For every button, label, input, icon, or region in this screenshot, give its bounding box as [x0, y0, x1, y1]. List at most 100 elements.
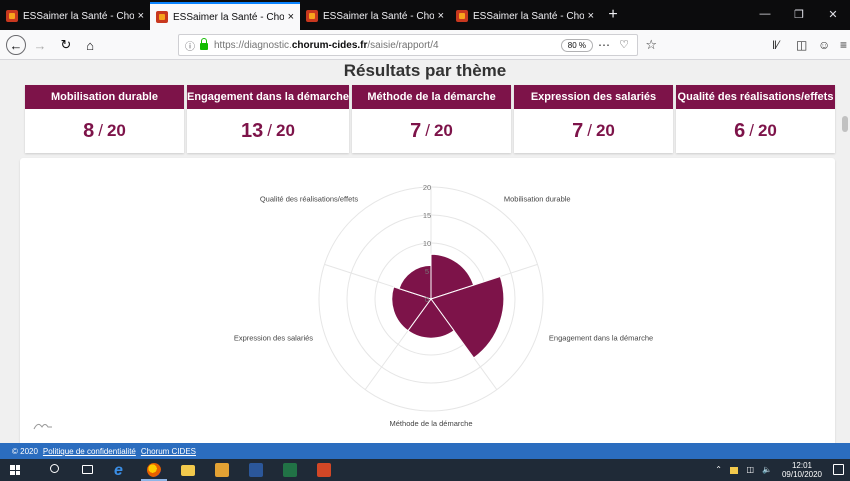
category-label: Méthode de la démarche	[390, 419, 473, 428]
score-separator: /	[425, 121, 430, 140]
score-card: Méthode de la démarche 7 / 20	[352, 85, 511, 153]
score-card-value: 7 / 20	[352, 109, 511, 153]
score-max: 20	[757, 121, 777, 140]
chorum-cides-link[interactable]: Chorum CIDES	[141, 447, 196, 456]
word-icon[interactable]	[249, 463, 263, 477]
forward-arrow-icon[interactable]: →	[30, 35, 50, 55]
polar-area-chart: 0 5 10 15 20 Mobilisation durable Engagement d…	[234, 183, 653, 428]
excel-icon[interactable]	[283, 463, 297, 477]
zoom-indicator[interactable]: 80 %	[560, 39, 593, 52]
address-bar[interactable]: ⓘ https://diagnostic. chorum-cides.fr /s…	[178, 34, 657, 56]
sidebar-icon[interactable]: ◫	[796, 38, 807, 52]
restore-window-icon[interactable]: ❐	[782, 0, 816, 28]
privacy-policy-link[interactable]: Politique de confidentialité	[43, 447, 136, 456]
notifications-icon[interactable]	[833, 464, 844, 475]
file-explorer-icon[interactable]	[181, 465, 195, 476]
score-max: 20	[276, 121, 295, 140]
score-card-title: Expression des salariés	[514, 85, 673, 109]
score-card-value: 13 / 20	[187, 109, 349, 153]
close-icon[interactable]: ×	[138, 10, 144, 22]
system-clock[interactable]: 12:01 09/10/2020	[782, 461, 822, 479]
score-separator: /	[267, 121, 273, 140]
radial-tick-label: 5	[425, 267, 429, 276]
bookmark-star-icon[interactable]: ☆	[645, 37, 657, 53]
browser-toolbar: ← → ↻ ⌂ ⓘ https://diagnostic. chorum-cid…	[0, 30, 850, 60]
radial-tick-label: 0	[425, 295, 429, 304]
new-tab-button[interactable]: +	[600, 6, 626, 24]
pocket-icon[interactable]: ♡	[619, 38, 629, 51]
browser-tab-1[interactable]: ESSaimer la Santé - Chorum ×	[0, 2, 150, 30]
score-separator: /	[587, 121, 592, 140]
radial-tick-label: 10	[423, 239, 431, 248]
library-icon[interactable]: ‖⁄	[772, 38, 779, 52]
radial-tick-label: 15	[423, 211, 431, 220]
score-card-title: Mobilisation durable	[25, 85, 184, 109]
score-max: 20	[433, 121, 453, 140]
close-icon[interactable]: ×	[438, 10, 444, 22]
chorum-logo-icon	[33, 423, 52, 430]
category-label: Engagement dans la démarche	[549, 333, 653, 342]
powerpoint-icon[interactable]	[317, 463, 331, 477]
search-icon[interactable]	[50, 464, 59, 473]
copyright-text: © 2020	[12, 446, 38, 456]
score-value: 7	[572, 119, 584, 142]
reload-icon[interactable]: ↻	[56, 35, 76, 55]
score-card: Mobilisation durable 8 / 20	[25, 85, 184, 153]
tab-title: ESSaimer la Santé - Chorum	[23, 10, 134, 22]
score-max: 20	[106, 121, 126, 140]
clock-time: 12:01	[791, 461, 812, 470]
outlook-icon[interactable]	[215, 463, 229, 477]
hamburger-menu-icon[interactable]: ≡	[840, 38, 847, 52]
clock-date: 09/10/2020	[781, 470, 822, 479]
edge-browser-icon[interactable]: e	[114, 462, 130, 479]
browser-tab-2[interactable]: ESSaimer la Santé - Chorum ×	[150, 2, 300, 30]
url-domain: chorum-cides.fr	[291, 39, 368, 51]
browser-tab-strip: ESSaimer la Santé - Chorum × ESSaimer la…	[0, 0, 850, 30]
page-content: Résultats par thème Mobilisation durable…	[0, 61, 850, 443]
score-separator: /	[749, 121, 754, 140]
home-icon[interactable]: ⌂	[80, 35, 100, 55]
task-view-icon[interactable]	[82, 465, 93, 474]
category-label: Qualité des réalisations/effets	[260, 195, 359, 204]
page-title: Résultats par thème	[343, 61, 507, 80]
score-card-title: Méthode de la démarche	[352, 85, 511, 109]
site-footer: © 2020 Politique de confidentialité Chor…	[0, 443, 850, 459]
minimize-window-icon[interactable]: —	[748, 0, 782, 28]
account-icon[interactable]: ☺	[818, 38, 830, 52]
score-value: 13	[241, 119, 264, 142]
score-card: Engagement dans la démarche 13 / 20	[187, 85, 349, 153]
close-icon[interactable]: ×	[288, 11, 294, 23]
radial-tick-label: 20	[423, 183, 431, 192]
page-scrollbar[interactable]	[840, 61, 850, 443]
page-actions-menu-icon[interactable]: ⋯	[598, 38, 611, 52]
back-arrow-icon[interactable]: ←	[6, 35, 26, 55]
lock-icon[interactable]	[200, 38, 208, 50]
tab-title: ESSaimer la Santé - Chorum	[473, 10, 584, 22]
volume-icon[interactable]: 🔈	[762, 465, 772, 474]
url-path: /saisie/rapport/4	[367, 39, 439, 51]
score-card: Expression des salariés 7 / 20	[514, 85, 673, 153]
score-card: Qualité des réalisations/effets 6 / 20	[676, 85, 835, 153]
tray-folder-icon[interactable]	[730, 467, 738, 474]
windows-taskbar: e ⌃ ◫ 🔈 12:01 09/10/2020	[0, 459, 850, 481]
close-icon[interactable]: ×	[588, 10, 594, 22]
browser-tab-4[interactable]: ESSaimer la Santé - Chorum ×	[450, 2, 600, 30]
score-card-title: Qualité des réalisations/effets	[676, 85, 835, 109]
close-window-icon[interactable]: ✕	[816, 0, 850, 28]
firefox-icon[interactable]	[147, 463, 161, 477]
category-label: Expression des salariés	[234, 333, 313, 342]
tray-chevron-icon[interactable]: ⌃	[715, 465, 722, 474]
tab-title: ESSaimer la Santé - Chorum	[323, 10, 434, 22]
score-card-value: 8 / 20	[25, 109, 184, 153]
chorum-favicon-icon	[456, 10, 468, 22]
network-icon[interactable]: ◫	[746, 465, 754, 474]
score-card-title: Engagement dans la démarche	[187, 85, 349, 109]
chorum-favicon-icon	[156, 11, 168, 23]
info-icon[interactable]: ⓘ	[185, 38, 195, 53]
category-label: Mobilisation durable	[504, 195, 571, 204]
score-value: 6	[734, 119, 746, 142]
browser-tab-3[interactable]: ESSaimer la Santé - Chorum ×	[300, 2, 450, 30]
score-separator: /	[98, 121, 103, 140]
scrollbar-thumb[interactable]	[842, 116, 848, 132]
windows-start-icon[interactable]	[10, 465, 20, 475]
